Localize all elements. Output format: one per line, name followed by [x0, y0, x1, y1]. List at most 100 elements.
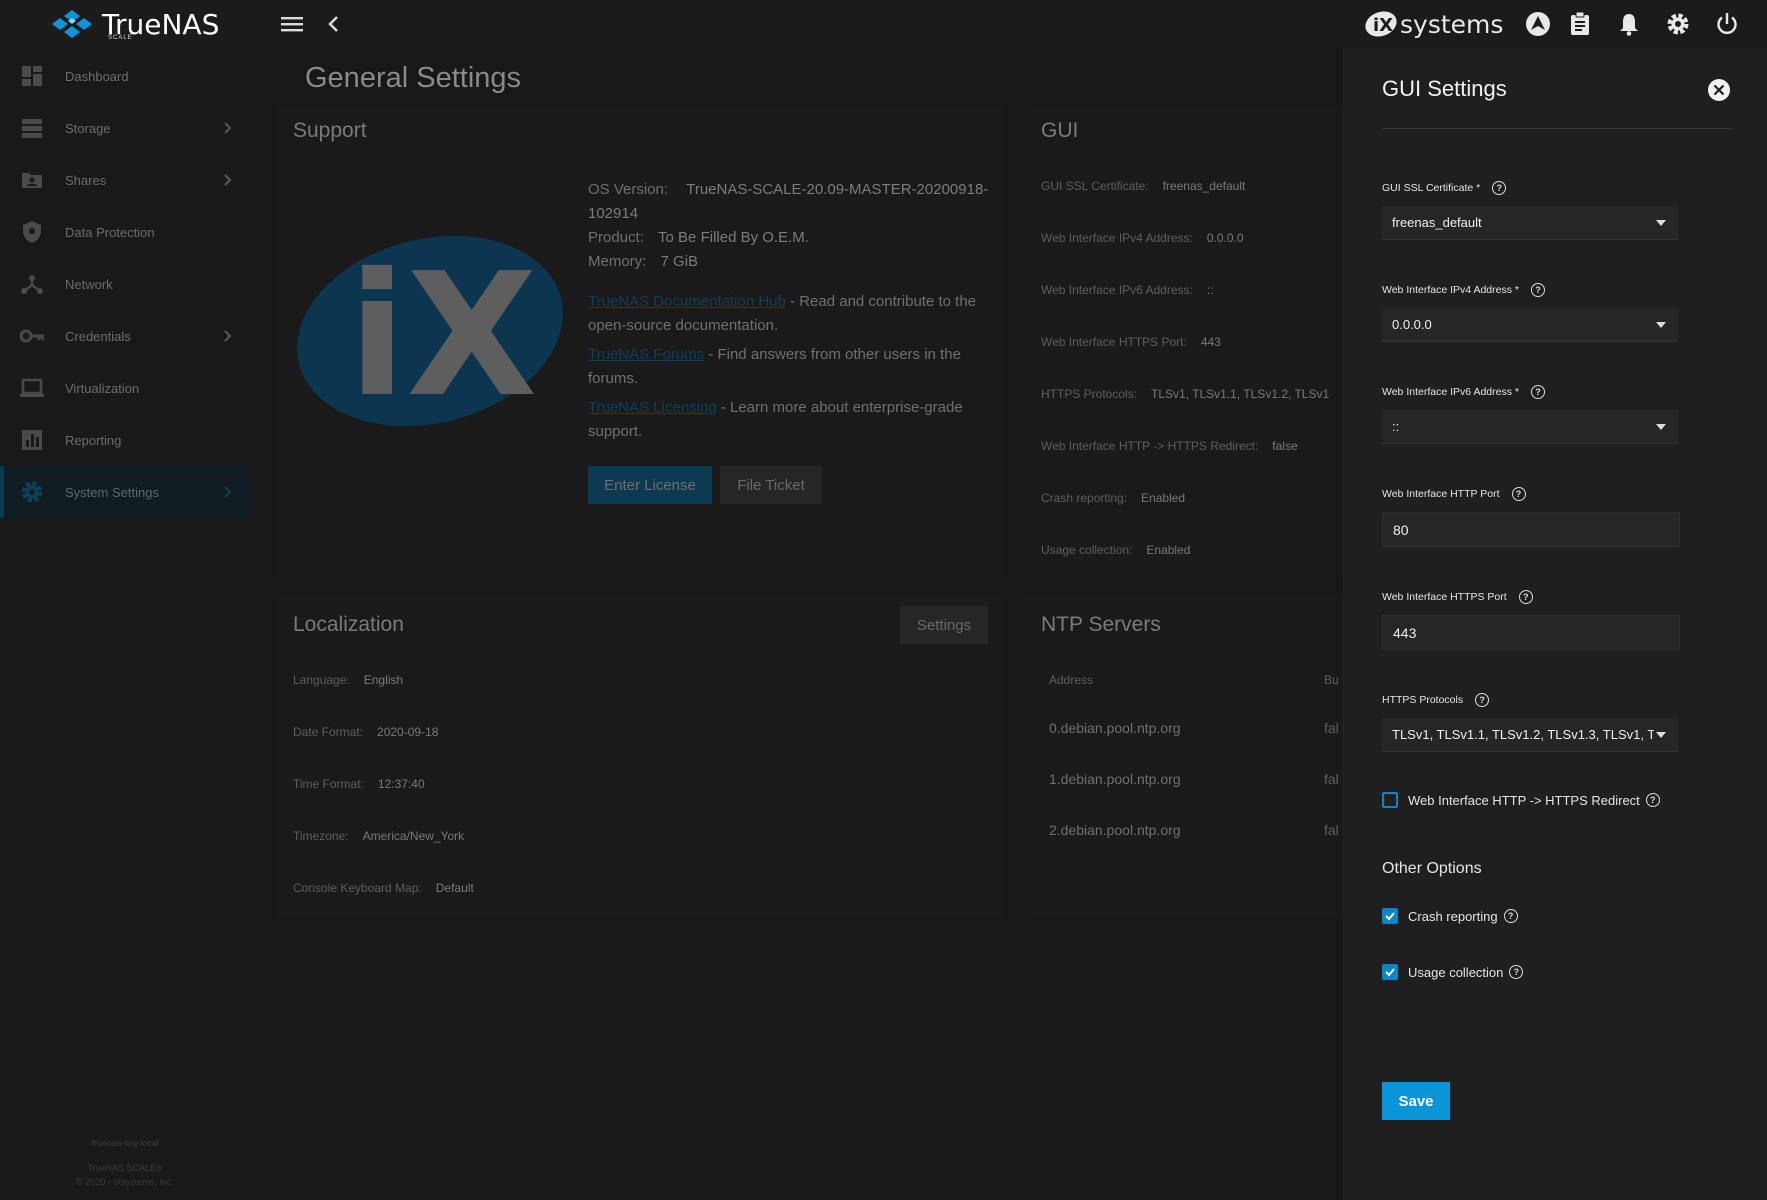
- localization-card: Localization Settings Language: English D…: [278, 598, 1004, 918]
- loc-row-timezone: Timezone: America/New_York: [293, 829, 464, 843]
- laptop-icon: [20, 378, 44, 397]
- chevron-right-icon: [224, 330, 232, 342]
- sidebar-item-label: Data Protection: [65, 224, 155, 240]
- https-port-input[interactable]: [1382, 615, 1680, 650]
- sidebar-item-reporting[interactable]: Reporting: [0, 414, 250, 466]
- power-icon[interactable]: [1715, 12, 1739, 36]
- save-button[interactable]: Save: [1382, 1082, 1450, 1120]
- usage-collection-row[interactable]: Usage collection ?: [1382, 964, 1524, 980]
- ntp-row-burst: fal: [1324, 720, 1339, 736]
- checkmark-icon: [1385, 968, 1395, 977]
- ntp-row-address[interactable]: 2.debian.pool.ntp.org: [1049, 822, 1181, 838]
- gear-icon: [21, 481, 43, 503]
- https-protocols-label: HTTPS Protocols?: [1382, 693, 1490, 707]
- gui-row-usage: Usage collection: Enabled: [1041, 543, 1190, 557]
- loc-row-label: Timezone:: [293, 829, 349, 843]
- help-icon[interactable]: ?: [1530, 385, 1545, 399]
- chevron-right-icon: [224, 174, 232, 186]
- dropdown-arrow-icon: [1656, 424, 1666, 430]
- close-icon[interactable]: [1707, 78, 1731, 102]
- forums-text-2: forums.: [588, 370, 639, 387]
- loc-row-label: Language:: [293, 673, 350, 687]
- ix-logo-icon: iX: [1365, 11, 1397, 37]
- clipboard-icon[interactable]: [1568, 12, 1592, 36]
- product-row: Product: To Be Filled By O.E.M.: [588, 226, 809, 250]
- support-card: Support iX OS Version: TrueNAS-SCALE-20.…: [278, 106, 1004, 576]
- select-value: 0.0.0.0: [1392, 317, 1432, 332]
- os-version-value-2: 102914: [588, 205, 639, 222]
- gui-card: GUI GUI SSL Certificate: freenas_default …: [1026, 106, 1343, 576]
- gui-row-value: TLSv1, TLSv1.1, TLSv1.2, TLSv1: [1151, 387, 1330, 401]
- help-icon[interactable]: ?: [1475, 693, 1490, 707]
- ntp-row-address[interactable]: 1.debian.pool.ntp.org: [1049, 771, 1181, 787]
- gui-settings-panel: GUI Settings GUI SSL Certificate *? free…: [1343, 48, 1767, 1200]
- forums-link[interactable]: TrueNAS Forums: [588, 346, 704, 363]
- ntp-col-address: Address: [1049, 673, 1094, 687]
- help-icon[interactable]: ?: [1503, 909, 1518, 923]
- doc-row: TrueNAS Documentation Hub - Read and con…: [588, 290, 976, 314]
- file-ticket-button[interactable]: File Ticket: [720, 466, 822, 504]
- truenas-logo[interactable]: TrueNAS SCALE: [50, 6, 219, 42]
- ipv6-select[interactable]: ::: [1382, 410, 1678, 444]
- localization-settings-button[interactable]: Settings: [900, 606, 988, 644]
- sidebar-item-label: Credentials: [65, 328, 131, 344]
- redirect-checkbox-row[interactable]: Web Interface HTTP -> HTTPS Redirect ?: [1382, 792, 1660, 808]
- gui-row-label: Web Interface IPv6 Address:: [1041, 283, 1193, 297]
- crash-reporting-row[interactable]: Crash reporting ?: [1382, 908, 1518, 924]
- help-icon[interactable]: ?: [1509, 965, 1524, 979]
- https-protocols-select[interactable]: TLSv1, TLSv1.1, TLSv1.2, TLSv1.3, TLSv1,…: [1382, 718, 1678, 752]
- enter-license-button[interactable]: Enter License: [588, 466, 712, 504]
- help-icon[interactable]: ?: [1530, 283, 1545, 297]
- http-port-input[interactable]: [1382, 512, 1680, 547]
- sidebar-item-shares[interactable]: Shares: [0, 154, 250, 206]
- help-icon[interactable]: ?: [1492, 181, 1507, 195]
- documentation-link[interactable]: TrueNAS Documentation Hub: [588, 293, 786, 310]
- help-icon[interactable]: ?: [1511, 487, 1526, 501]
- bell-icon[interactable]: [1617, 12, 1641, 36]
- loc-row-date-format: Date Format: 2020-09-18: [293, 725, 438, 739]
- gui-row-value: ::: [1206, 283, 1214, 297]
- settings-gear-icon[interactable]: [1666, 12, 1690, 36]
- field-label-text: Web Interface HTTP Port: [1382, 488, 1500, 500]
- sidebar-item-credentials[interactable]: Credentials: [0, 310, 250, 362]
- menu-icon[interactable]: [280, 12, 304, 36]
- loc-row-value: 2020-09-18: [377, 725, 439, 739]
- chevron-left-icon[interactable]: [322, 12, 346, 36]
- memory-value: 7 GiB: [660, 253, 699, 270]
- sidebar-item-virtualization[interactable]: Virtualization: [0, 362, 250, 414]
- ixsystems-wordmark: systems: [1400, 9, 1504, 39]
- sidebar-item-network[interactable]: Network: [0, 258, 250, 310]
- ssl-cert-select[interactable]: freenas_default: [1382, 206, 1678, 240]
- ntp-row-burst: fal: [1324, 822, 1339, 838]
- loc-row-language: Language: English: [293, 673, 403, 687]
- network-icon: [21, 275, 43, 294]
- svg-text:iX: iX: [348, 237, 537, 435]
- gui-row-value: Enabled: [1141, 491, 1186, 505]
- licensing-link[interactable]: TrueNAS Licensing: [588, 399, 717, 416]
- support-title: Support: [293, 119, 367, 142]
- crash-reporting-checkbox[interactable]: [1382, 908, 1398, 924]
- sidebar-item-system-settings[interactable]: System Settings: [0, 466, 250, 518]
- footer-hostname: truenas-tiny.local: [91, 1138, 159, 1148]
- chevron-right-icon: [224, 122, 232, 134]
- ixsystems-logo[interactable]: iX systems: [1364, 8, 1503, 40]
- loc-row-value: America/New_York: [362, 829, 465, 843]
- sidebar-item-storage[interactable]: Storage: [0, 102, 250, 154]
- select-value: freenas_default: [1392, 215, 1482, 230]
- sidebar-item-data-protection[interactable]: Data Protection: [0, 206, 250, 258]
- sidebar-item-label: Shares: [65, 172, 107, 188]
- sidebar-item-dashboard[interactable]: Dashboard: [0, 50, 250, 102]
- ix-logo-image: iX: [297, 235, 563, 435]
- truecommand-icon[interactable]: [1525, 11, 1551, 37]
- usage-collection-checkbox[interactable]: [1382, 964, 1398, 980]
- help-icon[interactable]: ?: [1645, 793, 1660, 807]
- ipv4-select[interactable]: 0.0.0.0: [1382, 308, 1678, 342]
- help-icon[interactable]: ?: [1518, 590, 1533, 604]
- licensing-text: - Learn more about enterprise-grade: [716, 399, 963, 416]
- redirect-checkbox[interactable]: [1382, 792, 1398, 808]
- truenas-logo-icon: [52, 10, 92, 38]
- ntp-row-address[interactable]: 0.debian.pool.ntp.org: [1049, 720, 1181, 736]
- forums-text: - Find answers from other users in the: [704, 346, 961, 363]
- loc-row-value: English: [363, 673, 404, 687]
- os-version-value: TrueNAS-SCALE-20.09-MASTER-20200918-: [686, 181, 989, 198]
